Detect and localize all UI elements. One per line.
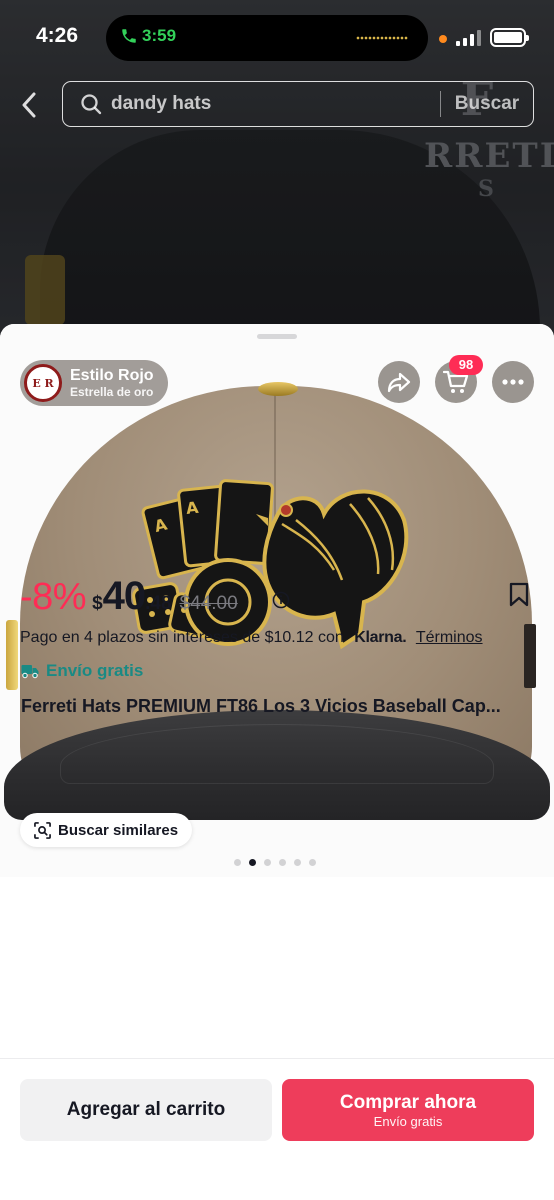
product-title[interactable]: Ferreti Hats PREMIUM FT86 Los 3 Vicios B… [21,696,535,717]
installments-row: Pago en 4 plazos sin intereses de $10.12… [20,629,483,647]
audio-waveform-icon [356,36,408,40]
bookmark-icon[interactable] [508,582,530,608]
search-bar[interactable]: dandy hats Buscar [62,81,534,127]
search-similar-button[interactable]: Buscar similares [20,813,193,847]
gallery-dot[interactable] [264,859,271,866]
cellular-signal-icon [456,30,482,46]
gallery-pagination-dots [234,859,316,866]
seller-chip[interactable]: E R Estilo Rojo Estrella de oro [20,360,168,406]
image-search-icon [34,821,51,839]
gallery-dot[interactable] [234,859,241,866]
hat-top-button [258,382,298,396]
dynamic-island[interactable]: 3:59 [106,15,428,61]
call-indicator: 3:59 [120,26,176,46]
product-sheet: A A E R Estilo Rojo Estrella de oro 98 B… [0,324,554,1200]
buy-now-button[interactable]: Comprar ahora Envío gratis [282,1079,534,1141]
seller-info: Estilo Rojo Estrella de oro [70,367,154,399]
free-shipping-row: Envío gratis [21,661,143,681]
discount-badge: -8% [20,576,87,618]
truck-icon [21,665,39,679]
hat-side-clip [6,620,18,690]
info-icon[interactable] [272,591,290,609]
gallery-dot[interactable] [279,859,286,866]
search-submit-button[interactable]: Buscar [441,93,533,115]
chevron-left-icon [22,92,36,118]
klarna-logo: Klarna. [354,629,407,646]
cart-count-badge: 98 [449,355,483,375]
seller-subtitle: Estrella de oro [70,385,154,399]
gallery-dot[interactable] [294,859,301,866]
price-integer: 40 [102,574,146,618]
gallery-dot[interactable] [309,859,316,866]
share-icon [387,372,411,393]
seller-avatar: E R [24,364,62,402]
gallery-dot[interactable] [249,859,256,866]
add-to-cart-button[interactable]: Agregar al carrito [20,1079,272,1141]
terms-link[interactable]: Términos [416,629,483,646]
price-decimal: .48 [145,593,172,614]
free-shipping-label: Envío gratis [46,661,144,680]
original-price: $44.00 [179,593,238,614]
phone-icon [122,29,136,43]
installments-text: Pago en 4 plazos sin intereses de $10.12… [20,629,344,646]
mic-indicator-dot [439,35,447,43]
seller-name: Estilo Rojo [70,367,154,384]
back-button[interactable] [16,90,42,120]
price-currency: $ [92,593,103,614]
buy-now-label: Comprar ahora [339,1092,477,1113]
call-timer: 3:59 [142,26,177,45]
seller-avatar-text: E R [32,376,54,390]
search-similar-label: Buscar similares [58,821,179,839]
more-horizontal-icon [502,379,524,385]
search-input[interactable]: dandy hats [111,93,440,115]
buy-now-sublabel: Envío gratis [373,1114,443,1129]
share-button[interactable] [378,361,420,403]
sheet-drag-handle[interactable] [257,334,297,339]
search-icon [81,94,102,115]
more-options-button[interactable] [492,361,534,403]
hat-side-tag [524,624,536,688]
price-row: -8% $ 40 .48 $44.00 [20,574,534,620]
status-bar: 4:26 3:59 [0,0,554,76]
bottom-action-bar: Agregar al carrito Comprar ahora Envío g… [0,1058,554,1200]
battery-icon [490,28,529,47]
status-time: 4:26 [36,24,79,47]
